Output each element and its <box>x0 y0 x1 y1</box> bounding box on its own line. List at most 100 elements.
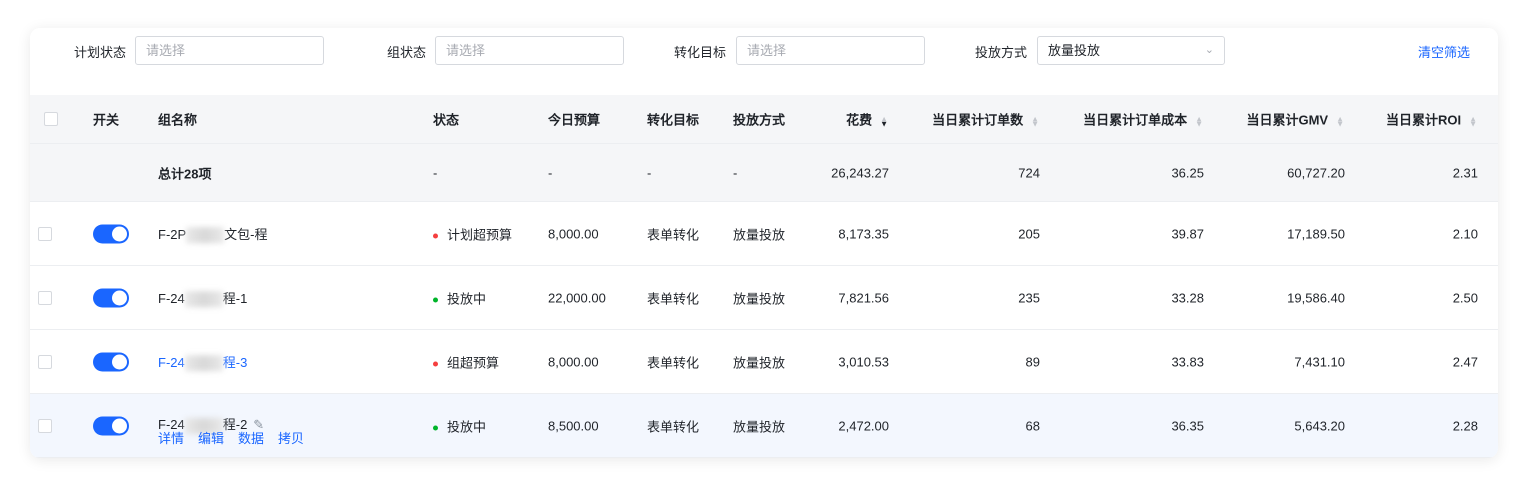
table-row: F-24 程-3 组超预算 8,000.00 表单转化 放量投放 3,010.53… <box>30 330 1498 394</box>
order-cost: 33.83 <box>1171 354 1204 369</box>
status-text: 组超预算 <box>447 355 500 370</box>
group-name-prefix: F-2P <box>158 226 187 242</box>
sort-icon[interactable]: ▲ ▼ <box>1469 115 1477 128</box>
table-row: F-24 程-1 投放中 22,000.00 表单转化 放量投放 7,821.56… <box>30 266 1498 330</box>
budget: 8,000.00 <box>548 354 599 369</box>
orders: 68 <box>1025 418 1040 433</box>
status-text: 计划超预算 <box>447 227 513 242</box>
col-roi[interactable]: 当日累计ROI ▲ ▼ <box>1386 110 1477 129</box>
spend: 3,010.53 <box>838 354 889 369</box>
redacted-blur <box>186 227 225 244</box>
row-toggle-switch[interactable] <box>93 224 129 243</box>
row-toggle-switch[interactable] <box>93 416 129 435</box>
col-name: 组名称 <box>158 112 198 128</box>
action-link[interactable]: 拷贝 <box>278 431 304 446</box>
redacted-blur <box>184 291 223 308</box>
status-text: 投放中 <box>447 291 487 306</box>
roi: 2.47 <box>1452 354 1478 369</box>
conversion-goal: 表单转化 <box>647 355 700 370</box>
delivery-method-value: 放量投放 <box>1048 43 1101 58</box>
conversion-goal: 表单转化 <box>647 227 700 242</box>
status-badge: 投放中 <box>433 288 486 307</box>
col-method: 投放方式 <box>733 112 786 128</box>
gmv: 7,431.10 <box>1294 354 1345 369</box>
conversion-goal-label: 转化目标 <box>674 45 727 60</box>
clear-filters-link[interactable]: 清空筛选 <box>1418 42 1470 61</box>
col-order-cost[interactable]: 当日累计订单成本 ▲ ▼ <box>1083 110 1203 129</box>
col-order-cost-label: 当日累计订单成本 <box>1083 112 1188 128</box>
group-name-prefix: F-24 <box>158 290 185 306</box>
summary-label: 总计28项 <box>158 166 212 181</box>
gmv: 19,586.40 <box>1287 290 1345 305</box>
group-status-select[interactable]: 请选择 <box>435 36 624 65</box>
spend: 2,472.00 <box>838 418 889 433</box>
row-checkbox[interactable] <box>38 226 52 241</box>
row-toggle-switch[interactable] <box>93 288 129 307</box>
budget: 22,000.00 <box>548 290 606 305</box>
delivery-method-label: 投放方式 <box>975 45 1028 60</box>
sort-icon[interactable]: ▲ ▼ <box>880 115 888 128</box>
status-dot-icon <box>433 425 438 431</box>
action-link[interactable]: 详情 <box>158 431 184 446</box>
row-checkbox[interactable] <box>38 354 52 369</box>
col-roi-label: 当日累计ROI <box>1385 112 1462 128</box>
group-name[interactable]: F-24 程-3 <box>158 352 247 372</box>
col-goal: 转化目标 <box>647 112 700 128</box>
delivery-method: 放量投放 <box>733 355 786 370</box>
group-name-suffix: 程-1 <box>222 290 248 306</box>
order-cost: 39.87 <box>1171 226 1204 241</box>
group-name: F-24 程-1 <box>158 288 247 308</box>
sort-icon[interactable]: ▲ ▼ <box>1195 115 1203 128</box>
conversion-goal-select[interactable]: 请选择 <box>736 36 925 65</box>
summary-row: 总计28项 - - - - 26,243.27 724 36.25 60,727… <box>30 144 1498 202</box>
sort-icon[interactable]: ▲ ▼ <box>1031 115 1039 128</box>
group-status-label: 组状态 <box>387 45 427 60</box>
summary-orders: 724 <box>1018 165 1040 180</box>
col-gmv[interactable]: 当日累计GMV ▲ ▼ <box>1246 110 1344 129</box>
filter-bar: 计划状态 请选择 组状态 请选择 转化目标 请选择 投放方式 放量投放 ⌄ 清空筛… <box>30 28 1498 78</box>
col-spend[interactable]: 花费 ▲ ▼ <box>846 110 888 129</box>
plan-status-label: 计划状态 <box>74 45 127 60</box>
order-cost: 33.28 <box>1171 290 1204 305</box>
delivery-method-select[interactable]: 放量投放 ⌄ <box>1037 36 1225 65</box>
summary-spend: 26,243.27 <box>831 165 889 180</box>
action-link[interactable]: 编辑 <box>198 431 224 446</box>
order-cost: 36.35 <box>1171 418 1204 433</box>
orders: 235 <box>1018 290 1040 305</box>
col-status: 状态 <box>433 112 460 128</box>
col-budget: 今日预算 <box>548 112 601 128</box>
summary-method: - <box>733 165 738 180</box>
table-row: F-24 程-2 ✎ 详情 编辑 数据 拷贝 投放中 8,500.00 表单转化 放量投放… <box>30 394 1498 458</box>
col-orders-label: 当日累计订单数 <box>932 112 1024 128</box>
row-checkbox[interactable] <box>38 290 52 305</box>
spend: 8,173.35 <box>838 226 889 241</box>
orders: 89 <box>1025 354 1040 369</box>
redacted-blur <box>184 355 223 372</box>
summary-status: - <box>433 165 438 180</box>
summary-cost: 36.25 <box>1171 165 1204 180</box>
status-text: 投放中 <box>447 419 487 434</box>
select-all-checkbox[interactable] <box>44 112 58 126</box>
col-switch: 开关 <box>93 112 120 128</box>
summary-gmv: 60,727.20 <box>1287 165 1345 180</box>
gmv: 5,643.20 <box>1294 418 1345 433</box>
delivery-method: 放量投放 <box>733 227 786 242</box>
plan-status-select[interactable]: 请选择 <box>135 36 324 65</box>
row-checkbox[interactable] <box>38 418 52 433</box>
budget: 8,000.00 <box>548 226 599 241</box>
status-badge: 计划超预算 <box>433 224 512 243</box>
conversion-goal: 表单转化 <box>647 291 700 306</box>
row-toggle-switch[interactable] <box>93 352 129 371</box>
table-header: 开关 组名称 状态 今日预算 转化目标 投放方式 花费 ▲ ▼ 当日累计订单数 ▲ ▼ … <box>30 95 1498 144</box>
action-link[interactable]: 数据 <box>238 431 264 446</box>
spend: 7,821.56 <box>838 290 889 305</box>
table-row: F-2P 文包-程 计划超预算 8,000.00 表单转化 放量投放 8,173.… <box>30 202 1498 266</box>
sort-icon[interactable]: ▲ ▼ <box>1336 115 1344 128</box>
group-name-prefix: F-24 <box>158 354 185 370</box>
gmv: 17,189.50 <box>1287 226 1345 241</box>
summary-goal: - <box>647 165 652 180</box>
col-orders[interactable]: 当日累计订单数 ▲ ▼ <box>932 110 1039 129</box>
group-name: F-2P 文包-程 <box>158 224 268 244</box>
campaign-table-card: 计划状态 请选择 组状态 请选择 转化目标 请选择 投放方式 放量投放 ⌄ 清空筛… <box>30 28 1498 458</box>
budget: 8,500.00 <box>548 418 599 433</box>
